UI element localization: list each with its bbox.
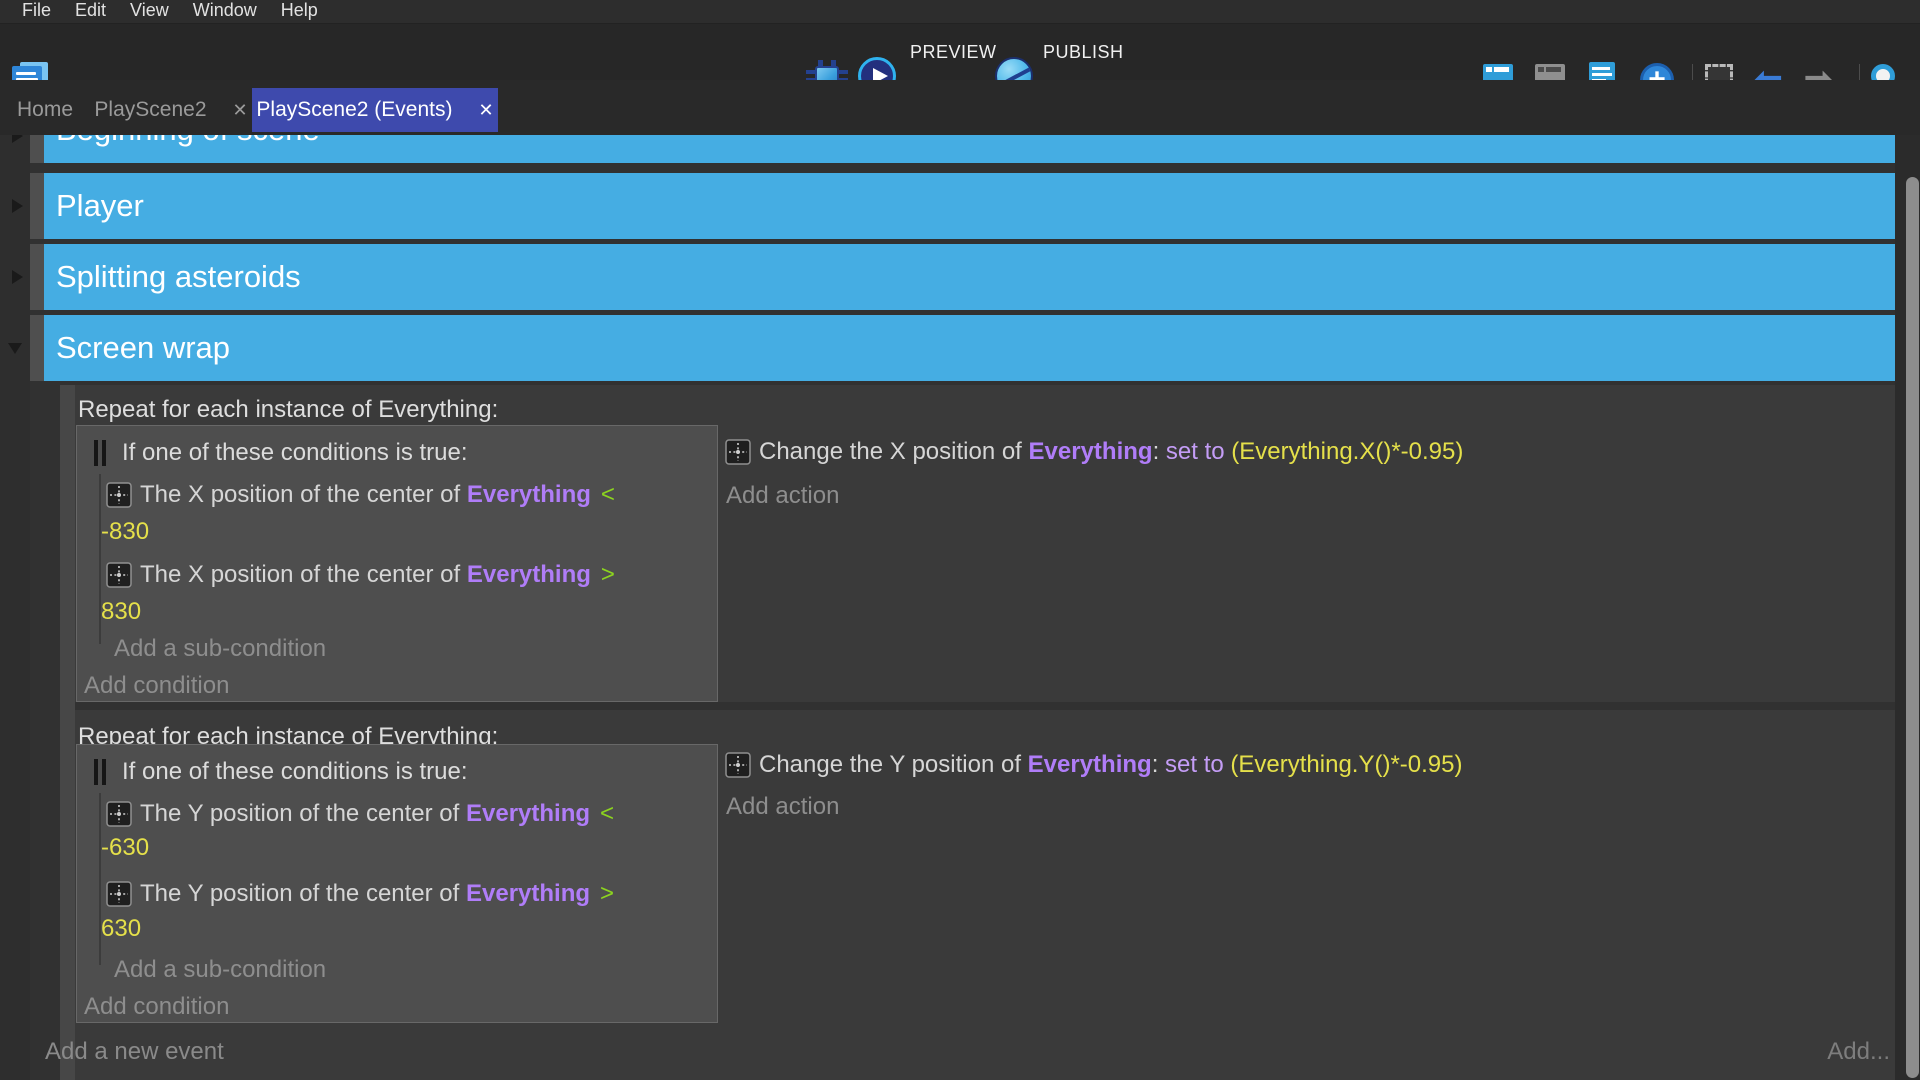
object-name: Everything — [1028, 751, 1152, 778]
menu-bar: File Edit View Window Help — [0, 0, 1920, 24]
group-expand-arrow-icon[interactable] — [8, 343, 22, 354]
add-sub-condition-link[interactable]: Add a sub-condition — [114, 955, 326, 985]
preview-button[interactable]: PREVIEW — [910, 24, 997, 80]
position-action-icon — [725, 752, 751, 778]
action-row[interactable]: Change the X position of Everything: set… — [759, 437, 1463, 467]
position-action-icon — [725, 439, 751, 465]
repeat-event-label[interactable]: Repeat for each instance of Everything: — [78, 395, 498, 425]
condition-value[interactable]: -830 — [101, 517, 149, 547]
close-tab-icon[interactable]: ✕ — [479, 100, 494, 121]
position-condition-icon — [106, 562, 132, 588]
vertical-scrollbar[interactable] — [1906, 177, 1919, 1078]
add-action-link[interactable]: Add action — [726, 481, 839, 511]
group-player[interactable]: Player — [44, 173, 1895, 239]
operator: > — [600, 880, 614, 907]
object-name: Everything — [466, 880, 590, 907]
group-handle[interactable] — [30, 135, 44, 163]
menu-help[interactable]: Help — [269, 0, 330, 23]
action-formula: (Everything.Y()*-0.95) — [1230, 751, 1462, 778]
condition-row[interactable]: The Y position of the center of Everythi… — [140, 879, 614, 909]
condition-row[interactable]: The X position of the center of Everythi… — [140, 560, 615, 590]
position-condition-icon — [106, 482, 132, 508]
object-name: Everything — [467, 481, 591, 508]
tab-home[interactable]: Home — [0, 88, 90, 132]
action-row[interactable]: Change the Y position of Everything: set… — [759, 750, 1462, 780]
group-handle[interactable] — [30, 315, 44, 381]
sub-event-indent-strip[interactable] — [60, 385, 75, 1080]
group-collapse-arrow-icon[interactable] — [12, 135, 23, 143]
or-condition-icon — [94, 759, 110, 790]
condition-row[interactable]: The Y position of the center of Everythi… — [140, 799, 614, 829]
group-handle[interactable] — [30, 244, 44, 310]
tab-playscene2-events[interactable]: PlayScene2 (Events) ✕ — [252, 88, 498, 132]
or-condition-icon — [94, 440, 110, 471]
add-condition-link[interactable]: Add condition — [84, 992, 229, 1022]
operator: < — [601, 481, 615, 508]
group-screen-wrap[interactable]: Screen wrap — [44, 315, 1895, 381]
or-condition-label[interactable]: If one of these conditions is true: — [122, 757, 468, 787]
tab-playscene2[interactable]: PlayScene2 ✕ — [90, 88, 252, 132]
add-condition-link[interactable]: Add condition — [84, 671, 229, 701]
position-condition-icon — [106, 881, 132, 907]
operator: < — [600, 800, 614, 827]
conditions-panel[interactable]: If one of these conditions is true: The … — [76, 744, 718, 1023]
close-tab-icon[interactable]: ✕ — [233, 100, 248, 121]
event-repeat-x[interactable]: Repeat for each instance of Everything: … — [75, 385, 1895, 702]
position-condition-icon — [106, 801, 132, 827]
group-collapse-arrow-icon[interactable] — [12, 199, 23, 213]
condition-value[interactable]: 830 — [101, 597, 141, 627]
gdevelop-window: File Edit View Window Help PREVIEW PUBLI… — [0, 0, 1920, 1080]
object-name: Everything — [467, 561, 591, 588]
add-action-link[interactable]: Add action — [726, 792, 839, 822]
menu-edit[interactable]: Edit — [63, 0, 118, 23]
condition-row[interactable]: The X position of the center of Everythi… — [140, 480, 615, 510]
tab-bar: Home PlayScene2 ✕ PlayScene2 (Events) ✕ — [0, 80, 1920, 135]
object-name: Everything — [1029, 438, 1153, 465]
add-sub-condition-link[interactable]: Add a sub-condition — [114, 634, 326, 664]
condition-value[interactable]: 630 — [101, 914, 141, 944]
menu-view[interactable]: View — [118, 0, 181, 23]
operator: > — [601, 561, 615, 588]
add-new-event-link[interactable]: Add a new event — [45, 1038, 224, 1066]
group-handle[interactable] — [30, 173, 44, 239]
group-splitting-asteroids[interactable]: Splitting asteroids — [44, 244, 1895, 310]
menu-file[interactable]: File — [10, 0, 63, 23]
conditions-panel[interactable]: If one of these conditions is true: The … — [76, 425, 718, 702]
action-verb: set to — [1165, 751, 1224, 778]
event-repeat-y[interactable]: Repeat for each instance of Everything: … — [75, 710, 1895, 1080]
object-name: Everything — [466, 800, 590, 827]
or-condition-label[interactable]: If one of these conditions is true: — [122, 438, 468, 468]
group-beginning-of-scene[interactable]: Beginning of scene — [44, 135, 1895, 163]
menu-window[interactable]: Window — [181, 0, 269, 23]
action-verb: set to — [1166, 438, 1225, 465]
group-collapse-arrow-icon[interactable] — [12, 270, 23, 284]
action-formula: (Everything.X()*-0.95) — [1231, 438, 1463, 465]
events-sheet: Beginning of scene Player Splitting aste… — [0, 135, 1920, 1080]
publish-button[interactable]: PUBLISH — [1043, 24, 1124, 80]
condition-value[interactable]: -630 — [101, 833, 149, 863]
add-more-link[interactable]: Add... — [1827, 1038, 1890, 1066]
main-toolbar: PREVIEW PUBLISH + + + + – ⬅ ➡ — [0, 24, 1920, 80]
